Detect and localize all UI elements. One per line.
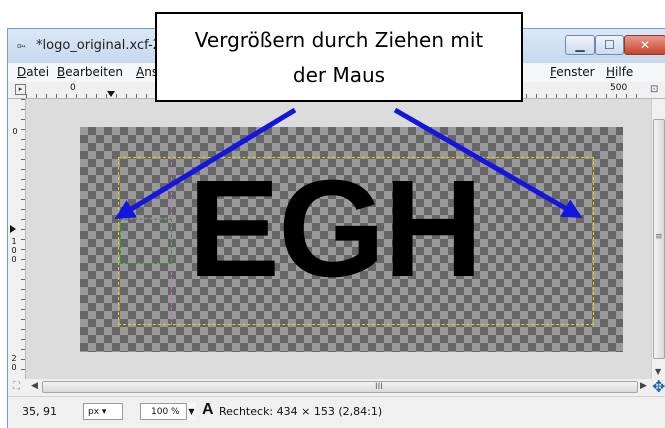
arrow-left xyxy=(114,107,297,220)
annotation-arrows xyxy=(114,107,583,220)
arrow-right xyxy=(393,107,583,219)
